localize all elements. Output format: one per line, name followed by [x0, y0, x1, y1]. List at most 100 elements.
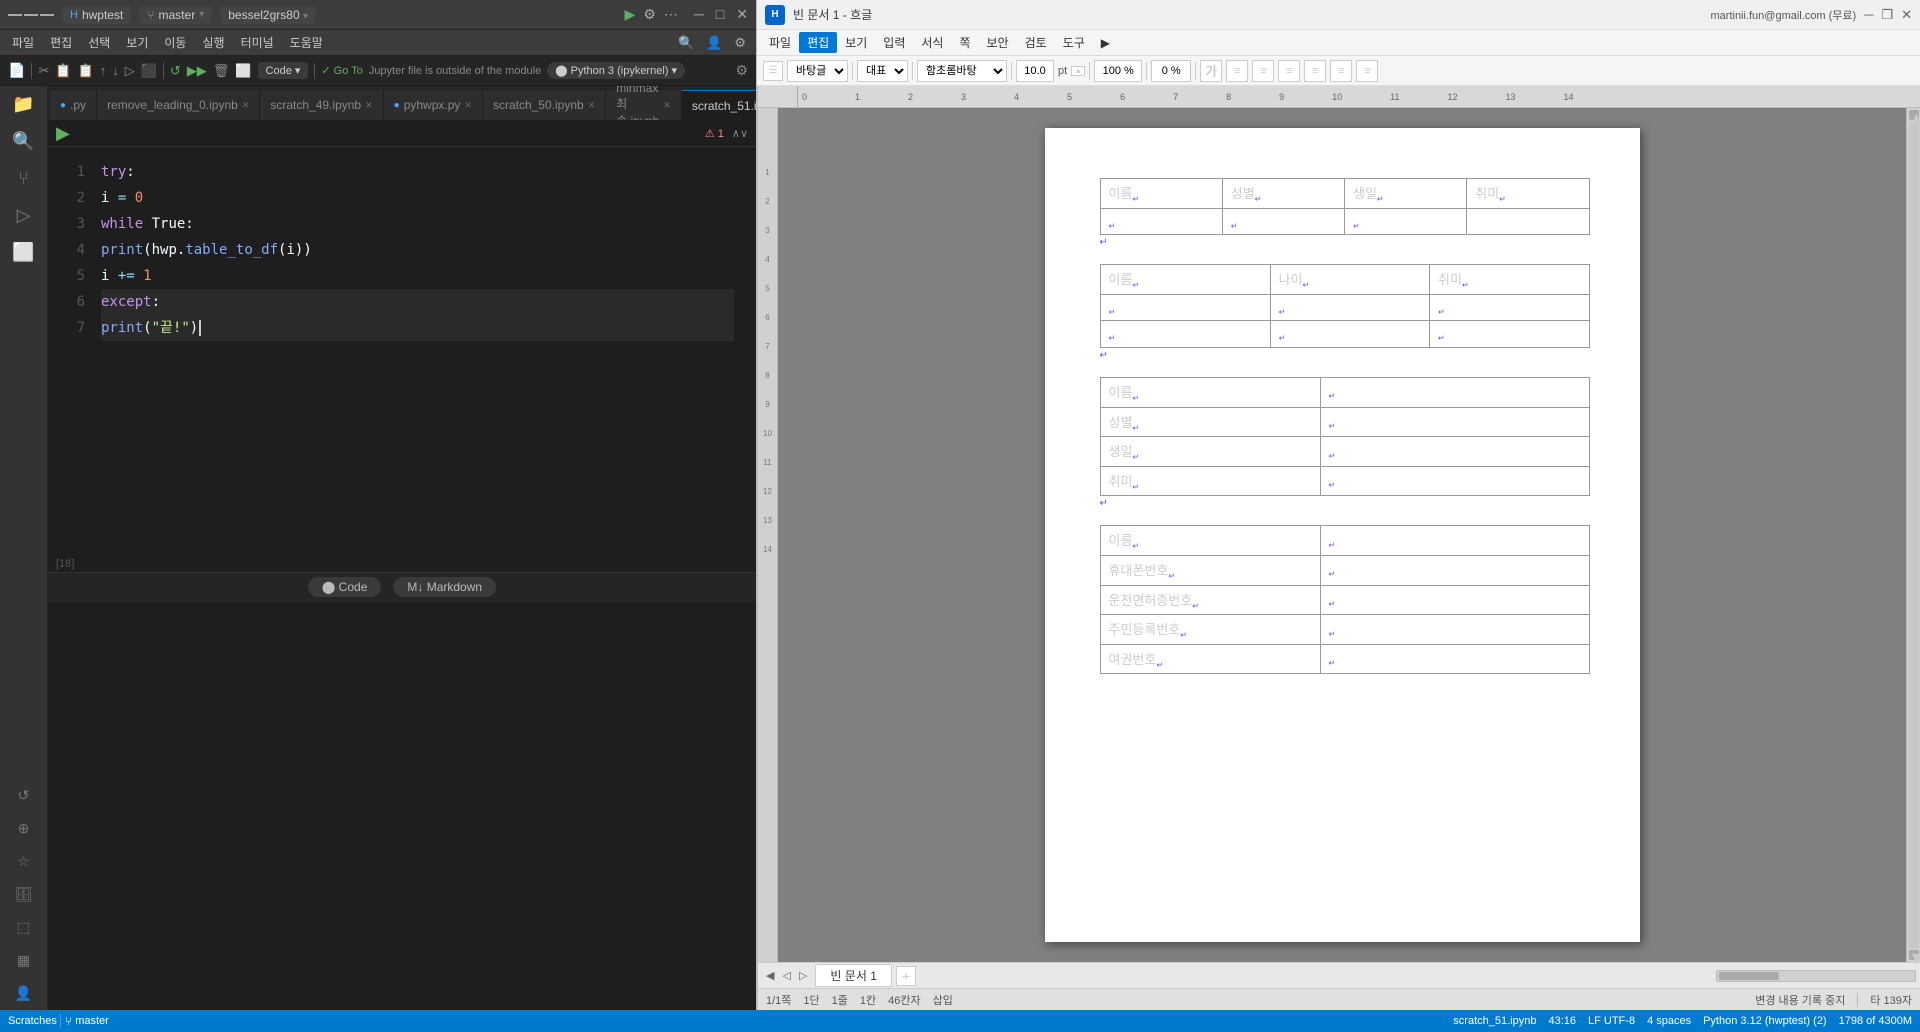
- database-icon[interactable]: 🗄: [15, 886, 33, 903]
- search-activity-icon[interactable]: 🔍: [12, 131, 34, 152]
- cut-icon[interactable]: ✂: [38, 63, 49, 79]
- table2-row2-c3[interactable]: ↵: [1430, 321, 1589, 348]
- vscode-menu-icon[interactable]: [8, 13, 54, 17]
- tab-py[interactable]: ● .py: [50, 90, 97, 120]
- code-dropdown[interactable]: Code ▾: [258, 62, 309, 79]
- table1-row1-c4[interactable]: [1467, 208, 1589, 235]
- table3-birthday[interactable]: 생일↵: [1100, 437, 1320, 467]
- account-activity-icon[interactable]: 👤: [15, 985, 32, 1002]
- run-all-icon[interactable]: ▶▶: [187, 63, 207, 79]
- columns-icon[interactable]: ▦: [17, 952, 30, 969]
- status-indent[interactable]: 4 spaces: [1647, 1015, 1691, 1027]
- more-icon[interactable]: ⬜: [235, 63, 251, 79]
- move-up-icon[interactable]: ↑: [100, 63, 107, 78]
- python-kernel[interactable]: ⬤ Python 3 (ipykernel) ▾: [547, 62, 685, 79]
- table1-header-birthday[interactable]: 생일↵: [1345, 179, 1467, 209]
- hwp-close-button[interactable]: ✕: [1901, 7, 1912, 23]
- hwp-fontsize-up[interactable]: ▲: [1071, 66, 1085, 76]
- table2-row1-c2[interactable]: ↵: [1270, 294, 1429, 321]
- refresh-icon[interactable]: ↺: [18, 787, 30, 804]
- explorer-icon[interactable]: 📁: [12, 94, 34, 115]
- tab-scratch-49[interactable]: scratch_49.ipynb ✕: [260, 90, 383, 120]
- vscode-settings-panel-icon[interactable]: ⚙: [735, 62, 748, 79]
- vscode-account-icon[interactable]: 👤: [700, 35, 728, 51]
- vscode-menu-help[interactable]: 도움말: [282, 32, 331, 53]
- table3-gender-val[interactable]: ↵: [1320, 407, 1589, 437]
- scratches-label[interactable]: Scratches: [8, 1015, 57, 1027]
- hwp-font-style-select[interactable]: 바탕글: [787, 60, 848, 82]
- table2-header-name[interactable]: 이름↵: [1100, 265, 1270, 295]
- restart-icon[interactable]: ↺: [170, 63, 181, 79]
- debug-icon[interactable]: ⬛: [141, 63, 157, 79]
- hwp-restore-button[interactable]: ❐: [1881, 7, 1893, 23]
- table4-resident[interactable]: 주민등록번호↵: [1100, 615, 1320, 645]
- extensions-icon[interactable]: ⬜: [12, 242, 34, 263]
- hwp-zoom-input[interactable]: [1094, 60, 1142, 82]
- table3-hobby-val[interactable]: ↵: [1320, 466, 1589, 496]
- table4-phone[interactable]: 휴대폰번호↵: [1100, 555, 1320, 585]
- hwp-menu-input[interactable]: 입력: [875, 32, 913, 53]
- hwp-right-scrollbar[interactable]: ▲ ▼: [1906, 108, 1920, 962]
- table3-hobby[interactable]: 취미↵: [1100, 466, 1320, 496]
- cell-collapse-btn[interactable]: ∨: [740, 127, 748, 140]
- tab-remove-leading[interactable]: remove_leading_0.ipynb ✕: [97, 90, 260, 120]
- vscode-gear-icon[interactable]: ⚙: [728, 35, 752, 51]
- clear-icon[interactable]: 🗑: [213, 63, 230, 79]
- vscode-menu-select[interactable]: 선택: [80, 32, 118, 53]
- hwp-more-format-btn[interactable]: ≡: [1356, 60, 1378, 82]
- hwp-page-scroll-right[interactable]: ▷: [795, 969, 811, 982]
- table4-resident-val[interactable]: ↵: [1320, 615, 1589, 645]
- table4-license[interactable]: 운전면허증번호↵: [1100, 585, 1320, 615]
- hwp-table-1[interactable]: 이름↵ 성별↵ 생일↵ 취미↵ ↵ ↵ ↵: [1100, 178, 1590, 235]
- run-cell-icon[interactable]: ▷: [125, 63, 135, 79]
- hwp-align-right-btn[interactable]: ≡: [1278, 60, 1300, 82]
- move-down-icon[interactable]: ↓: [112, 63, 119, 78]
- settings-icon[interactable]: ⚙: [643, 6, 656, 23]
- vscode-search-icon[interactable]: 🔍: [672, 35, 700, 51]
- table2-row1-c3[interactable]: ↵: [1430, 294, 1589, 321]
- table3-name-val[interactable]: ↵: [1320, 377, 1589, 407]
- code-type-btn[interactable]: ⬤ Code: [308, 577, 381, 597]
- new-file-icon[interactable]: 📄: [8, 62, 25, 79]
- table4-name-val[interactable]: ↵: [1320, 526, 1589, 556]
- markdown-type-btn[interactable]: M↓ Markdown: [393, 577, 496, 597]
- hwp-fontsize-input[interactable]: [1016, 60, 1054, 82]
- vscode-menu-file[interactable]: 파일: [4, 32, 42, 53]
- table4-passport-val[interactable]: ↵: [1320, 644, 1589, 674]
- run-cell-btn[interactable]: ▶: [56, 123, 70, 144]
- hwp-menu-security[interactable]: 보안: [979, 32, 1017, 53]
- vscode-project-tag[interactable]: H hwptest: [62, 6, 131, 24]
- hwp-menu-tools[interactable]: 도구: [1055, 32, 1093, 53]
- vscode-menu-edit[interactable]: 편집: [42, 32, 80, 53]
- go-to-btn[interactable]: ✓ Go To: [321, 64, 362, 77]
- hwp-doc-tab-1[interactable]: 빈 문서 1: [815, 964, 891, 987]
- table3-gender[interactable]: 성별↵: [1100, 407, 1320, 437]
- hwp-bold-btn[interactable]: 가: [1200, 60, 1222, 82]
- hwp-align-center-btn[interactable]: ≡: [1252, 60, 1274, 82]
- terminal-activity-icon[interactable]: ⬚: [17, 919, 30, 936]
- table1-header-hobby[interactable]: 취미↵: [1467, 179, 1589, 209]
- hwp-table-4[interactable]: 이름↵ ↵ 휴대폰번호↵ ↵ 운전면허증번호↵ ↵: [1100, 525, 1590, 674]
- hwp-menu-view[interactable]: 보기: [837, 32, 875, 53]
- status-position[interactable]: 43:16: [1548, 1015, 1576, 1027]
- hwp-justify-btn[interactable]: ≡: [1304, 60, 1326, 82]
- vscode-file-tag[interactable]: bessel2grs80 ▾: [220, 6, 316, 24]
- table2-row1-c1[interactable]: ↵: [1100, 294, 1270, 321]
- hwp-menu-more[interactable]: ▶: [1093, 34, 1118, 52]
- hwp-add-page-btn[interactable]: +: [896, 966, 916, 986]
- hwp-spacing-input[interactable]: [1151, 60, 1191, 82]
- hwp-style-select[interactable]: 대표: [857, 60, 908, 82]
- table4-phone-val[interactable]: ↵: [1320, 555, 1589, 585]
- table2-header-hobby[interactable]: 취미↵: [1430, 265, 1589, 295]
- vscode-menu-go[interactable]: 이동: [156, 32, 194, 53]
- hwp-distribute-btn[interactable]: ≡: [1330, 60, 1352, 82]
- vscode-branch-tag[interactable]: ⑂ master ▾: [139, 6, 212, 24]
- tab-scratch-50[interactable]: scratch_50.ipynb ✕: [483, 90, 606, 120]
- cell-expand-btn[interactable]: ∧: [732, 127, 740, 140]
- table4-license-val[interactable]: ↵: [1320, 585, 1589, 615]
- table2-row2-c1[interactable]: ↵: [1100, 321, 1270, 348]
- hwp-ruler-toggle[interactable]: ☰: [763, 61, 783, 81]
- table4-passport[interactable]: 여권번호↵: [1100, 644, 1320, 674]
- hwp-doc-area[interactable]: 이름↵ 성별↵ 생일↵ 취미↵ ↵ ↵ ↵: [778, 108, 1906, 962]
- close-button[interactable]: ✕: [736, 6, 748, 23]
